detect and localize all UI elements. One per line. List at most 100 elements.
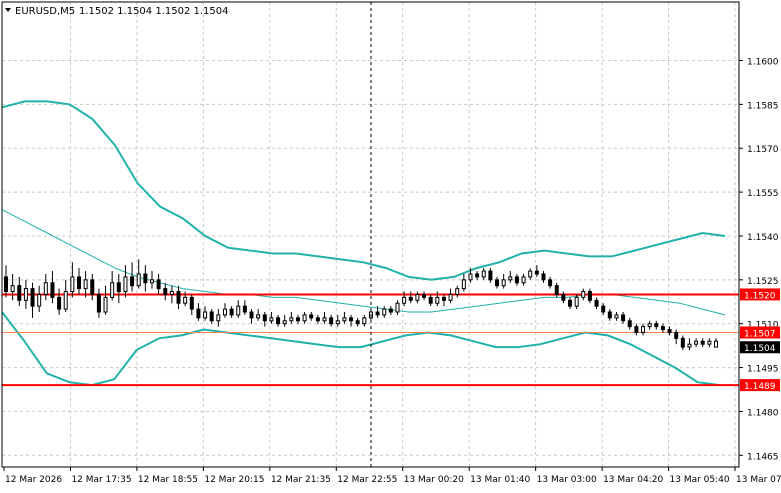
x-tick-label: 13 Mar 03:00 — [537, 475, 597, 485]
candle-body — [548, 279, 553, 287]
candle-body — [475, 273, 480, 278]
candle-body — [156, 279, 161, 290]
chart-window[interactable]: 1.1600 1.1585 1.1570 1.1555 1.1540 1.1525 1.15… — [0, 0, 781, 489]
chart-header: EURUSD,M5 1.1502 1.1504 1.1502 1.1504 — [5, 6, 229, 17]
y-tick-label: 1.1600 — [747, 57, 779, 67]
candle-body — [402, 296, 407, 304]
candle-body — [375, 311, 380, 316]
chart-background — [0, 0, 781, 489]
candle-body — [269, 317, 274, 322]
candle-body — [501, 279, 506, 287]
candle-body — [707, 340, 712, 345]
candle-body — [687, 343, 692, 348]
candle-body — [422, 293, 427, 298]
candle-body — [700, 340, 705, 345]
candle-body — [647, 323, 652, 328]
x-tick-label: 12 Mar 21:35 — [271, 475, 331, 485]
candle-body — [634, 326, 639, 333]
price-chart[interactable]: 1.1600 1.1585 1.1570 1.1555 1.1540 1.1525 1.15… — [0, 0, 781, 489]
candle-body — [90, 279, 95, 295]
candle-body — [674, 331, 679, 339]
candle-body — [222, 308, 227, 316]
candle-body — [495, 279, 500, 287]
candle-body — [627, 320, 632, 328]
candle-body — [428, 296, 433, 304]
candle-body — [123, 276, 128, 293]
candle-body — [468, 273, 473, 281]
level-price-label: 1.1489 — [744, 382, 776, 392]
candle-body — [103, 296, 108, 313]
candle-body — [302, 314, 307, 322]
candle-body — [435, 296, 440, 304]
candle-body — [236, 305, 241, 316]
candle-body — [329, 317, 334, 325]
y-tick-label: 1.1555 — [747, 189, 779, 199]
candle-body — [83, 279, 88, 290]
candle-body — [660, 326, 665, 331]
candle-body — [143, 273, 148, 284]
candle-body — [594, 299, 599, 307]
candle-body — [96, 293, 101, 313]
y-tick-label: 1.1495 — [747, 365, 779, 375]
candle-body — [37, 293, 42, 307]
candle-body — [488, 270, 493, 281]
symbol-timeframe-label: EURUSD,M5 — [15, 6, 75, 17]
candle-body — [587, 291, 592, 301]
candle-body — [116, 282, 121, 293]
candle-body — [315, 317, 320, 322]
candle-body — [694, 340, 699, 345]
candle-body — [289, 317, 294, 322]
price-line-label: 1.1507 — [744, 329, 776, 339]
candle-body — [581, 291, 586, 298]
candle-body — [461, 279, 466, 290]
candle-body — [110, 282, 115, 298]
candle-body — [601, 305, 606, 313]
candle-body — [568, 299, 573, 307]
candle-body — [362, 317, 367, 325]
candle-body — [614, 314, 619, 319]
candle-body — [149, 279, 154, 284]
candle-body — [654, 323, 659, 328]
candle-body — [561, 293, 566, 301]
x-tick-label: 13 Mar 00:20 — [404, 475, 464, 485]
y-tick-label: 1.1480 — [747, 408, 779, 418]
x-tick-label: 12 Mar 22:55 — [337, 475, 397, 485]
candle-body — [388, 308, 393, 313]
candle-body — [10, 285, 15, 293]
candle-body — [335, 320, 340, 325]
candle-body — [163, 288, 168, 295]
x-tick-label: 13 Mar 07:00 — [736, 475, 781, 485]
candle-body — [242, 305, 247, 313]
candle-body — [276, 317, 281, 325]
candle-body — [57, 296, 62, 310]
candle-body — [70, 276, 75, 293]
candle-body — [262, 314, 267, 322]
candle-body — [176, 291, 181, 304]
candle-body — [382, 308, 387, 316]
candle-body — [17, 285, 22, 301]
candle-body — [130, 276, 135, 287]
candle-body — [534, 270, 539, 275]
x-tick-label: 12 Mar 2026 — [5, 475, 62, 485]
candle-body — [183, 296, 188, 304]
candle-body — [395, 302, 400, 313]
ohlc-values-label: 1.1502 1.1504 1.1502 1.1504 — [79, 6, 229, 17]
candle-body — [23, 288, 28, 301]
candle-body — [4, 276, 8, 293]
candle-body — [282, 320, 287, 325]
candle-body — [322, 317, 327, 322]
candle-body — [256, 314, 261, 319]
candle-body — [408, 296, 413, 301]
candle-body — [621, 314, 626, 322]
x-tick-label: 12 Mar 18:55 — [138, 475, 198, 485]
candle-body — [508, 276, 513, 281]
candle-body — [680, 337, 685, 348]
x-tick-label: 13 Mar 04:20 — [603, 475, 663, 485]
candle-body — [295, 317, 300, 322]
y-tick-label: 1.1540 — [747, 233, 779, 243]
candle-body — [249, 311, 254, 319]
candle-body — [541, 273, 546, 281]
candle-body — [641, 326, 646, 333]
candle-body — [667, 329, 672, 333]
candle-body — [189, 296, 194, 310]
